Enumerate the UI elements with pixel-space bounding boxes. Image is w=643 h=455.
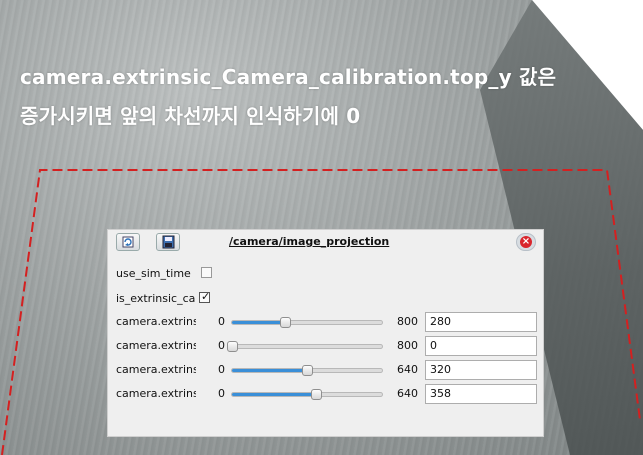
use-sim-time-checkbox[interactable] [201, 267, 212, 278]
slider-label: camera.extrins [116, 363, 196, 376]
slider-track[interactable] [231, 317, 383, 328]
slider-min: 0 [218, 315, 225, 328]
slider-max: 640 [397, 363, 418, 376]
slider-value-input[interactable]: 358 [425, 384, 537, 404]
slider-track[interactable] [231, 389, 383, 400]
slider-min: 0 [218, 363, 225, 376]
save-icon [162, 235, 175, 249]
slider-max: 800 [397, 315, 418, 328]
checkmark-icon: ✓ [201, 290, 211, 303]
save-button[interactable] [156, 233, 180, 251]
slider-max: 640 [397, 387, 418, 400]
caption-line-1: camera.extrinsic_Camera_calibration.top_… [20, 65, 557, 89]
slider-value-input[interactable]: 280 [425, 312, 537, 332]
slider-label: camera.extrins [116, 387, 196, 400]
use-sim-time-label: use_sim_time [116, 267, 191, 280]
slider-handle[interactable] [227, 341, 238, 352]
dialog-titlebar: /camera/image_projection × [108, 230, 543, 254]
slider-fill [232, 393, 316, 396]
slider-fill [232, 369, 307, 372]
is-extrinsic-checkbox[interactable]: ✓ [199, 290, 211, 303]
reload-button[interactable] [116, 233, 140, 251]
parameter-dialog: /camera/image_projection × use_sim_time … [107, 229, 544, 437]
caption-line-2: 증가시키면 앞의 차선까지 인식하기에 0 [20, 104, 361, 128]
param-camera-extrinsic-2: camera.extrins 0 800 0 [116, 336, 546, 356]
close-icon: × [520, 236, 532, 248]
close-button[interactable]: × [516, 233, 536, 251]
param-camera-extrinsic-3: camera.extrins 0 640 320 [116, 360, 546, 380]
slider-value-input[interactable]: 320 [425, 360, 537, 380]
slider-min: 0 [218, 339, 225, 352]
slider-track[interactable] [227, 341, 383, 352]
slider-handle[interactable] [302, 365, 313, 376]
slider-label: camera.extrins [116, 339, 196, 352]
dialog-title: /camera/image_projection [229, 235, 390, 248]
slider-max: 800 [397, 339, 418, 352]
slider-min: 0 [218, 387, 225, 400]
slider-track[interactable] [231, 365, 383, 376]
slider-value-input[interactable]: 0 [425, 336, 537, 356]
reload-icon [122, 236, 134, 248]
slider-fill [232, 321, 285, 324]
param-camera-extrinsic-1: camera.extrins 0 800 280 [116, 312, 546, 332]
param-camera-extrinsic-4: camera.extrins 0 640 358 [116, 384, 546, 404]
slider-handle[interactable] [310, 389, 322, 400]
is-extrinsic-label: is_extrinsic_cai [116, 292, 196, 305]
slider-handle[interactable] [279, 317, 291, 328]
slider-label: camera.extrins [116, 315, 196, 328]
